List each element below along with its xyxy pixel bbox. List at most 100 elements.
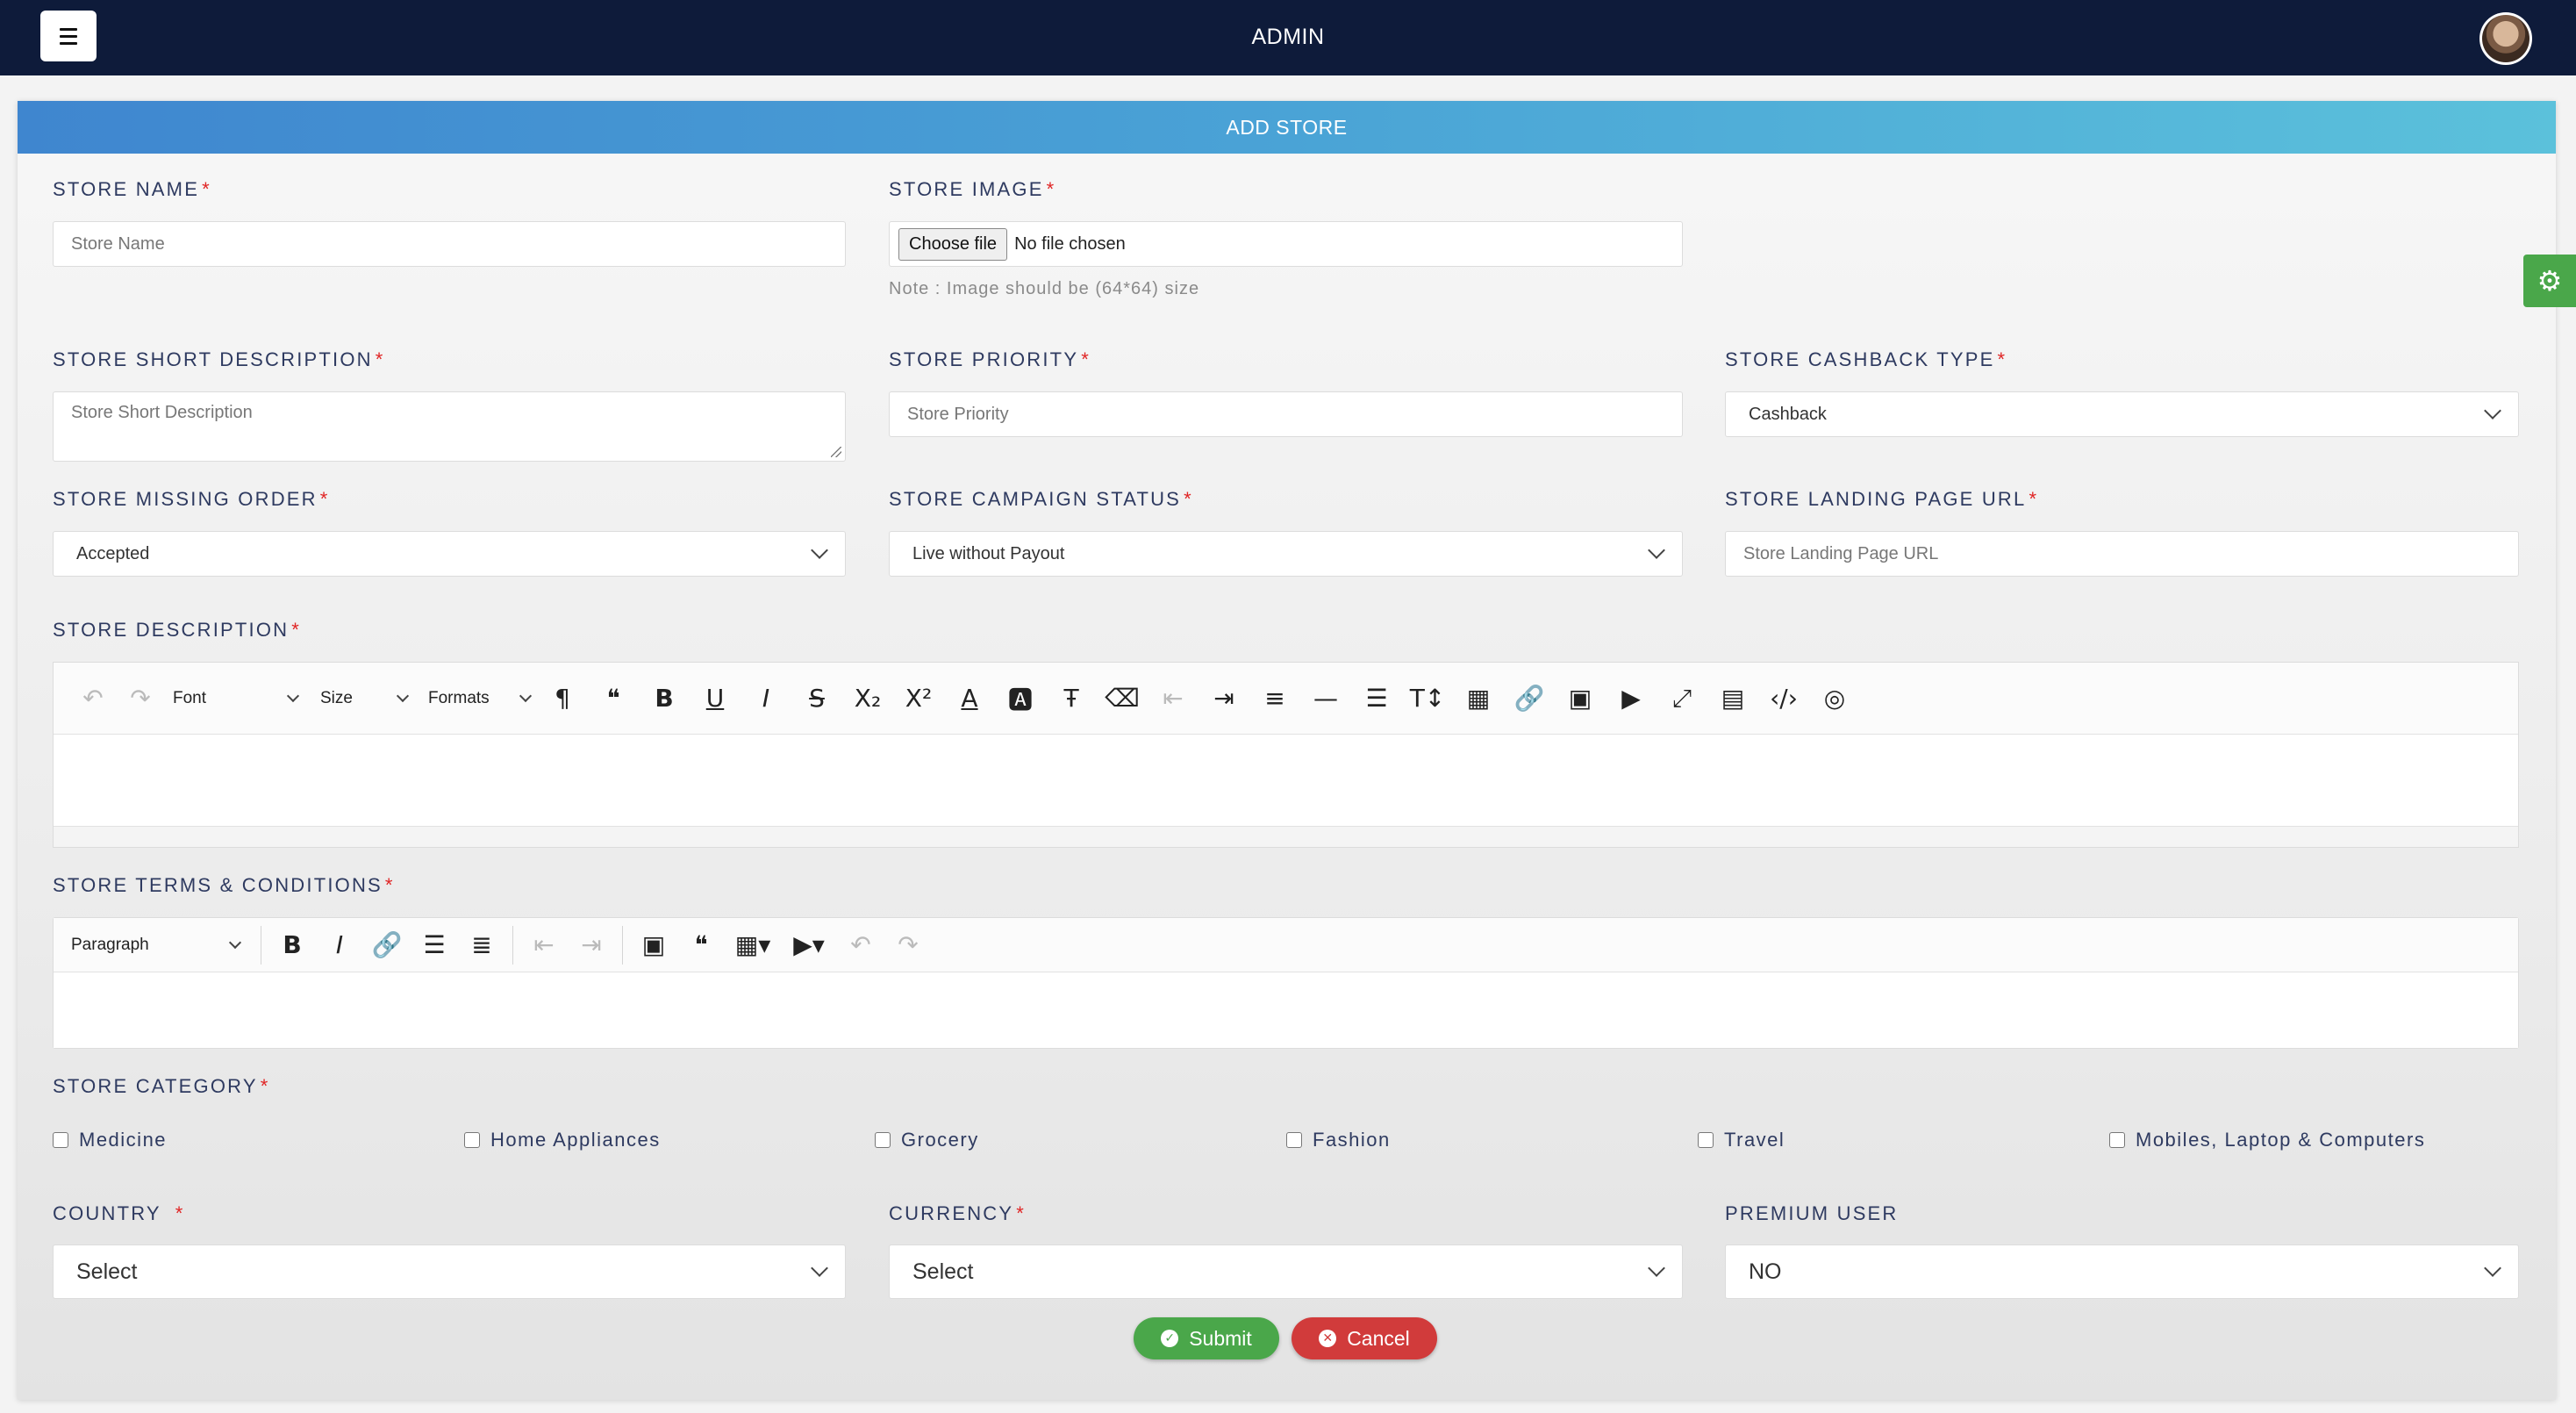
category-home-appliances[interactable]: Home Appliances: [464, 1129, 661, 1151]
card-title: ADD STORE: [18, 101, 2556, 154]
close-circle-icon: ✕: [1319, 1330, 1337, 1347]
currency-select[interactable]: Select: [889, 1244, 1683, 1299]
checkbox-icon[interactable]: [1698, 1132, 1714, 1148]
indent-icon[interactable]: ⇥: [1199, 684, 1249, 713]
checkbox-icon[interactable]: [1286, 1132, 1302, 1148]
category-fashion[interactable]: Fashion: [1286, 1129, 1391, 1151]
indent-icon[interactable]: ⇥: [568, 930, 615, 959]
resize-handle-icon[interactable]: [831, 447, 841, 457]
chevron-down-icon: [811, 542, 828, 559]
cancel-button[interactable]: ✕ Cancel: [1292, 1317, 1437, 1359]
landing-url-input[interactable]: Store Landing Page URL: [1725, 531, 2519, 577]
insert-table-icon[interactable]: ▦▾: [725, 930, 781, 959]
remove-format-icon[interactable]: Ŧ: [1046, 684, 1097, 713]
premium-user-select[interactable]: NO: [1725, 1244, 2519, 1299]
bold-icon[interactable]: B: [639, 684, 690, 713]
size-dropdown[interactable]: Size: [304, 689, 414, 708]
file-status: No file chosen: [1014, 233, 1126, 254]
table-icon[interactable]: ▦: [1453, 684, 1504, 713]
underline-icon[interactable]: U: [690, 684, 741, 713]
chevron-down-icon: [2484, 402, 2501, 420]
choose-file-button[interactable]: Choose file: [898, 227, 1008, 261]
category-medicine[interactable]: Medicine: [53, 1129, 167, 1151]
image-icon[interactable]: ▣: [1555, 684, 1606, 713]
highlight-color-icon[interactable]: 🅰: [995, 681, 1046, 716]
redo-icon[interactable]: ↷: [117, 684, 164, 713]
terms-edit-area[interactable]: [54, 972, 2518, 1048]
campaign-status-select[interactable]: Live without Payout: [889, 531, 1683, 577]
cashback-type-select[interactable]: Cashback: [1725, 391, 2519, 437]
short-description-textarea[interactable]: Store Short Description: [53, 391, 846, 462]
font-dropdown[interactable]: Font: [164, 689, 304, 708]
insert-image-icon[interactable]: ▣: [630, 930, 677, 959]
list-icon[interactable]: ☰: [1351, 684, 1402, 713]
submit-button[interactable]: ✓ Submit: [1134, 1317, 1279, 1359]
font-color-icon[interactable]: A: [944, 684, 995, 713]
align-icon[interactable]: ≡: [1249, 684, 1300, 713]
redo-icon[interactable]: ↷: [884, 930, 932, 959]
checkbox-icon[interactable]: [464, 1132, 480, 1148]
paragraph-dropdown[interactable]: Paragraph: [71, 936, 254, 955]
checkbox-icon[interactable]: [2109, 1132, 2125, 1148]
missing-order-select[interactable]: Accepted: [53, 531, 846, 577]
strikethrough-icon[interactable]: S: [791, 684, 842, 713]
superscript-icon[interactable]: X²: [893, 684, 944, 713]
link-icon[interactable]: 🔗: [363, 930, 411, 959]
category-mobiles-laptop-computers[interactable]: Mobiles, Laptop & Computers: [2109, 1129, 2425, 1151]
subscript-icon[interactable]: X₂: [842, 684, 893, 713]
formats-dropdown[interactable]: Formats: [414, 689, 537, 708]
settings-gear-icon[interactable]: ⚙: [2523, 255, 2576, 307]
description-label: STORE DESCRIPTION *: [53, 619, 302, 641]
chevron-down-icon: [2484, 1259, 2501, 1277]
paragraph-icon[interactable]: ¶: [537, 684, 588, 713]
undo-icon[interactable]: ↶: [69, 684, 117, 713]
description-edit-area[interactable]: [54, 735, 2518, 826]
priority-input[interactable]: Store Priority: [889, 391, 1683, 437]
chevron-down-icon: [1648, 542, 1665, 559]
category-travel[interactable]: Travel: [1698, 1129, 1785, 1151]
description-statusbar: [54, 826, 2518, 847]
link-icon[interactable]: 🔗: [1504, 684, 1555, 713]
terms-editor: Paragraph B I 🔗 ☰ ≣ ⇤ ⇥ ▣ ❝ ▦▾ ▶▾ ↶ ↷: [53, 917, 2519, 1049]
bulleted-list-icon[interactable]: ☰: [411, 930, 458, 959]
code-view-icon[interactable]: ‹/›: [1758, 684, 1809, 713]
bold-icon[interactable]: B: [268, 930, 316, 959]
country-select[interactable]: Select: [53, 1244, 846, 1299]
show-blocks-icon[interactable]: ▤: [1707, 684, 1758, 713]
eraser-icon[interactable]: ⌫: [1097, 684, 1148, 713]
outdent-icon[interactable]: ⇤: [1148, 684, 1199, 713]
blockquote-icon[interactable]: ❝: [677, 930, 725, 959]
outdent-icon[interactable]: ⇤: [520, 930, 568, 959]
short-description-label: STORE SHORT DESCRIPTION *: [53, 348, 385, 370]
preview-icon[interactable]: ◎: [1809, 684, 1860, 713]
store-name-input[interactable]: Store Name: [53, 221, 846, 267]
terms-label: STORE TERMS & CONDITIONS *: [53, 874, 395, 896]
campaign-status-label: STORE CAMPAIGN STATUS *: [889, 488, 1193, 510]
store-image-file-input[interactable]: Choose file No file chosen: [889, 221, 1683, 267]
check-circle-icon: ✓: [1161, 1330, 1179, 1347]
italic-icon[interactable]: I: [316, 930, 363, 959]
description-toolbar: ↶ ↷ Font Size Formats ¶ ❝ B U I S X₂ X² …: [54, 663, 2518, 735]
category-grocery[interactable]: Grocery: [875, 1129, 979, 1151]
insert-media-icon[interactable]: ▶▾: [781, 930, 837, 959]
video-icon[interactable]: ▶: [1606, 684, 1657, 713]
premium-user-label: PREMIUM USER: [1725, 1202, 1899, 1224]
blockquote-icon[interactable]: ❝: [588, 684, 639, 713]
numbered-list-icon[interactable]: ≣: [458, 930, 505, 959]
top-navbar: ADMIN: [0, 0, 2576, 75]
fullscreen-icon[interactable]: ⤢: [1657, 684, 1707, 714]
chevron-down-icon: [811, 1259, 828, 1277]
checkbox-icon[interactable]: [875, 1132, 891, 1148]
store-name-label: STORE NAME *: [53, 178, 211, 200]
country-label: COUNTRY *: [53, 1202, 185, 1224]
chevron-down-icon: [1648, 1259, 1665, 1277]
description-editor: ↶ ↷ Font Size Formats ¶ ❝ B U I S X₂ X² …: [53, 662, 2519, 848]
line-height-icon[interactable]: T↕: [1402, 684, 1453, 713]
undo-icon[interactable]: ↶: [837, 930, 884, 959]
checkbox-icon[interactable]: [53, 1132, 68, 1148]
horizontal-rule-icon[interactable]: —: [1300, 684, 1351, 713]
italic-icon[interactable]: I: [741, 684, 791, 713]
landing-url-label: STORE LANDING PAGE URL *: [1725, 488, 2039, 510]
app-title: ADMIN: [1251, 25, 1325, 49]
user-avatar[interactable]: [2479, 12, 2532, 65]
